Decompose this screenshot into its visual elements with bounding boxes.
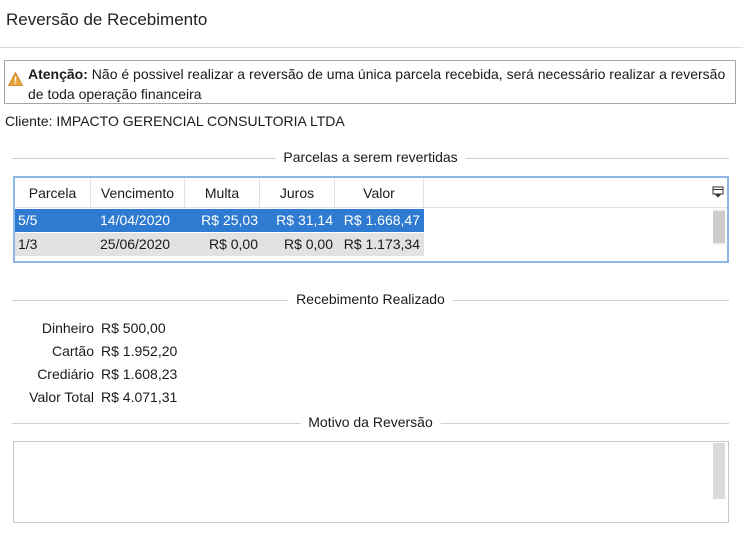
warning-message: Não é possivel realizar a reversão de um… xyxy=(28,66,726,102)
section-title-received: Recebimento Realizado xyxy=(288,291,453,307)
cell-parcela: 5/5 xyxy=(18,212,38,228)
column-header-valor[interactable]: Valor xyxy=(335,178,424,208)
summary-row-crediario: Crediário R$ 1.608,23 xyxy=(0,363,200,386)
column-header-multa[interactable]: Multa xyxy=(185,178,260,208)
cell-juros: R$ 31,14 xyxy=(276,212,333,228)
warning-icon xyxy=(8,72,23,86)
summary-row-dinheiro: Dinheiro R$ 500,00 xyxy=(0,317,200,340)
grid-scrollbar[interactable] xyxy=(713,209,725,245)
summary-value: R$ 1.608,23 xyxy=(101,366,178,382)
column-header-juros[interactable]: Juros xyxy=(260,178,335,208)
table-row[interactable]: 1/3 25/06/2020 R$ 0,00 R$ 0,00 R$ 1.173,… xyxy=(15,233,424,256)
cell-multa: R$ 25,03 xyxy=(201,212,258,228)
cell-valor: R$ 1.173,34 xyxy=(343,236,420,252)
table-row[interactable]: 5/5 14/04/2020 R$ 25,03 R$ 31,14 R$ 1.66… xyxy=(15,209,424,232)
cell-multa: R$ 0,00 xyxy=(208,236,258,252)
warning-label: Atenção: xyxy=(28,66,88,82)
cell-juros: R$ 0,00 xyxy=(283,236,333,252)
warning-text: Atenção: Não é possivel realizar a rever… xyxy=(28,64,729,104)
section-received: Recebimento Realizado xyxy=(12,291,729,309)
reason-textarea[interactable] xyxy=(13,441,729,523)
cell-valor: R$ 1.668,47 xyxy=(343,212,420,228)
section-reason: Motivo da Reversão xyxy=(12,414,729,432)
warning-banner: Atenção: Não é possivel realizar a rever… xyxy=(4,60,736,104)
summary-label: Crediário xyxy=(37,366,94,382)
summary-row-cartao: Cartão R$ 1.952,20 xyxy=(0,340,200,363)
cell-vencimento: 14/04/2020 xyxy=(100,212,171,228)
summary-value: R$ 1.952,20 xyxy=(101,343,178,359)
section-title-reason: Motivo da Reversão xyxy=(300,414,441,430)
summary-label: Dinheiro xyxy=(41,320,94,336)
column-header-parcela[interactable]: Parcela xyxy=(15,178,91,208)
installments-grid[interactable]: Parcela Vencimento Multa Juros Valor 5/5… xyxy=(13,176,729,263)
summary-label: Valor Total xyxy=(29,389,94,405)
summary-label: Cartão xyxy=(51,343,94,359)
summary-value: R$ 4.071,31 xyxy=(101,389,178,405)
window-title: Reversão de Recebimento xyxy=(6,10,208,29)
summary-value: R$ 500,00 xyxy=(101,320,166,336)
grid-header: Parcela Vencimento Multa Juros Valor xyxy=(15,178,727,208)
title-divider xyxy=(0,47,743,48)
section-title-installments: Parcelas a serem revertidas xyxy=(275,149,466,165)
section-installments: Parcelas a serem revertidas xyxy=(12,149,729,167)
column-chooser-icon[interactable] xyxy=(712,186,724,198)
column-header-vencimento[interactable]: Vencimento xyxy=(91,178,185,208)
cell-parcela: 1/3 xyxy=(18,236,38,252)
client-label: Cliente: IMPACTO GERENCIAL CONSULTORIA L… xyxy=(5,113,345,129)
grid-scrollbar-thumb[interactable] xyxy=(713,211,725,243)
summary-row-valor-total: Valor Total R$ 4.071,31 xyxy=(0,386,200,409)
textarea-scrollbar[interactable] xyxy=(713,443,725,499)
cell-vencimento: 25/06/2020 xyxy=(100,236,171,252)
